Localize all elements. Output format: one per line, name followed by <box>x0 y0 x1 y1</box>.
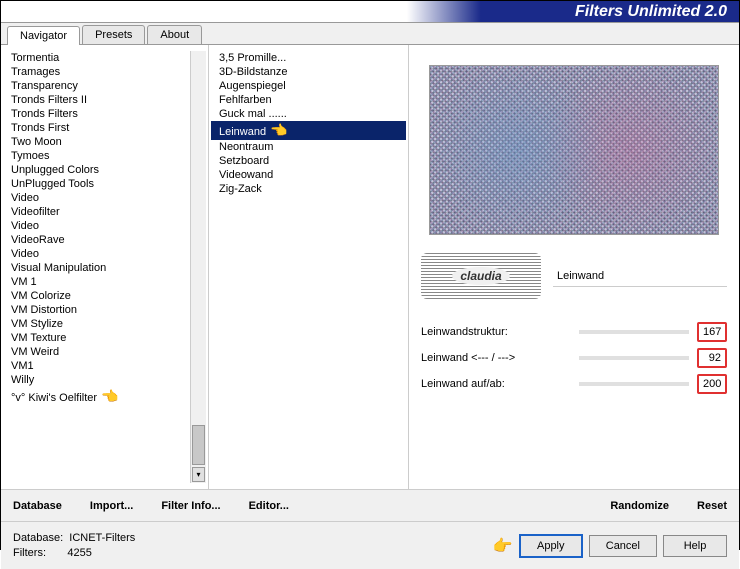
category-item[interactable]: Tymoes <box>3 149 190 163</box>
pointing-hand-icon: 👈 <box>101 388 118 405</box>
filter-item[interactable]: Leinwand👈 <box>211 121 406 140</box>
category-item[interactable]: Tronds First <box>3 121 190 135</box>
filter-item[interactable]: Videowand <box>211 168 406 182</box>
category-item[interactable]: Videofilter <box>3 205 190 219</box>
parameter-panel: Leinwandstruktur: 167 Leinwand <--- / --->… <box>421 319 727 397</box>
randomize-button[interactable]: Randomize <box>610 500 669 512</box>
watermark-badge <box>421 253 541 299</box>
filter-item[interactable]: 3,5 Promille... <box>211 51 406 65</box>
param-value[interactable]: 92 <box>697 348 727 368</box>
param-row: Leinwand auf/ab: 200 <box>421 371 727 397</box>
category-item[interactable]: VideoRave <box>3 233 190 247</box>
category-column: TormentiaTramagesTransparencyTronds Filt… <box>1 45 209 489</box>
pointing-hand-icon: 👉 <box>493 536 513 556</box>
filter-name-label: Leinwand <box>553 266 727 287</box>
filter-item[interactable]: Augenspiegel <box>211 79 406 93</box>
tab-navigator[interactable]: Navigator <box>7 26 80 45</box>
param-label: Leinwand <--- / ---> <box>421 352 571 364</box>
category-item[interactable]: Willy <box>3 373 190 387</box>
main-panel: TormentiaTramagesTransparencyTronds Filt… <box>1 45 739 489</box>
filter-item[interactable]: Zig-Zack <box>211 182 406 196</box>
param-value[interactable]: 167 <box>697 322 727 342</box>
category-item[interactable]: Unplugged Colors <box>3 163 190 177</box>
param-slider[interactable] <box>579 356 689 360</box>
category-item[interactable]: Visual Manipulation <box>3 261 190 275</box>
status-info: Database: ICNET-Filters Filters: 4255 <box>13 531 493 561</box>
toolbar: Database Import... Filter Info... Editor… <box>1 489 739 521</box>
tab-about[interactable]: About <box>147 25 202 44</box>
preview-column: Leinwand Leinwandstruktur: 167 Leinwand <-… <box>409 45 739 489</box>
category-item[interactable]: VM Weird <box>3 345 190 359</box>
filter-item[interactable]: Guck mal ...... <box>211 107 406 121</box>
pointing-hand-icon: 👈 <box>270 122 287 139</box>
tab-presets[interactable]: Presets <box>82 25 145 44</box>
category-item[interactable]: VM Colorize <box>3 289 190 303</box>
category-item[interactable]: Tramages <box>3 65 190 79</box>
category-item[interactable]: °v° Kiwi's Oelfilter👈 <box>3 387 190 406</box>
filters-count-value: 4255 <box>67 547 91 559</box>
filter-column: 3,5 Promille...3D-BildstanzeAugenspiegel… <box>209 45 409 489</box>
preview-image <box>429 65 719 235</box>
category-item[interactable]: UnPlugged Tools <box>3 177 190 191</box>
scrollbar-thumb[interactable] <box>192 425 205 465</box>
app-title: Filters Unlimited 2.0 <box>575 3 727 21</box>
param-slider[interactable] <box>579 382 689 386</box>
param-value[interactable]: 200 <box>697 374 727 394</box>
category-item[interactable]: VM Stylize <box>3 317 190 331</box>
filter-item[interactable]: Fehlfarben <box>211 93 406 107</box>
footer: Database: ICNET-Filters Filters: 4255 👉 … <box>1 521 739 569</box>
category-item[interactable]: Video <box>3 219 190 233</box>
param-row: Leinwandstruktur: 167 <box>421 319 727 345</box>
cancel-button[interactable]: Cancel <box>589 535 657 557</box>
apply-button[interactable]: Apply <box>519 534 583 558</box>
category-scrollbar[interactable]: ▾ <box>190 51 206 483</box>
db-label: Database: <box>13 532 63 544</box>
title-bar: Filters Unlimited 2.0 <box>1 1 739 23</box>
category-item[interactable]: Tronds Filters II <box>3 93 190 107</box>
category-item[interactable]: VM1 <box>3 359 190 373</box>
category-item[interactable]: Tormentia <box>3 51 190 65</box>
category-item[interactable]: Two Moon <box>3 135 190 149</box>
filters-count-label: Filters: <box>13 547 46 559</box>
param-row: Leinwand <--- / ---> 92 <box>421 345 727 371</box>
category-item[interactable]: Video <box>3 191 190 205</box>
reset-button[interactable]: Reset <box>697 500 727 512</box>
import-button[interactable]: Import... <box>90 500 133 512</box>
tab-strip: Navigator Presets About <box>1 23 739 45</box>
category-item[interactable]: VM 1 <box>3 275 190 289</box>
help-button[interactable]: Help <box>663 535 727 557</box>
filter-item[interactable]: Setzboard <box>211 154 406 168</box>
scroll-down-icon[interactable]: ▾ <box>192 467 205 482</box>
filter-item[interactable]: Neontraum <box>211 140 406 154</box>
param-label: Leinwand auf/ab: <box>421 378 571 390</box>
category-item[interactable]: Tronds Filters <box>3 107 190 121</box>
editor-button[interactable]: Editor... <box>249 500 289 512</box>
db-value: ICNET-Filters <box>69 532 135 544</box>
database-button[interactable]: Database <box>13 500 62 512</box>
param-label: Leinwandstruktur: <box>421 326 571 338</box>
category-item[interactable]: VM Distortion <box>3 303 190 317</box>
filter-info-button[interactable]: Filter Info... <box>161 500 220 512</box>
category-item[interactable]: VM Texture <box>3 331 190 345</box>
filter-item[interactable]: 3D-Bildstanze <box>211 65 406 79</box>
category-item[interactable]: Transparency <box>3 79 190 93</box>
category-item[interactable]: Video <box>3 247 190 261</box>
param-slider[interactable] <box>579 330 689 334</box>
